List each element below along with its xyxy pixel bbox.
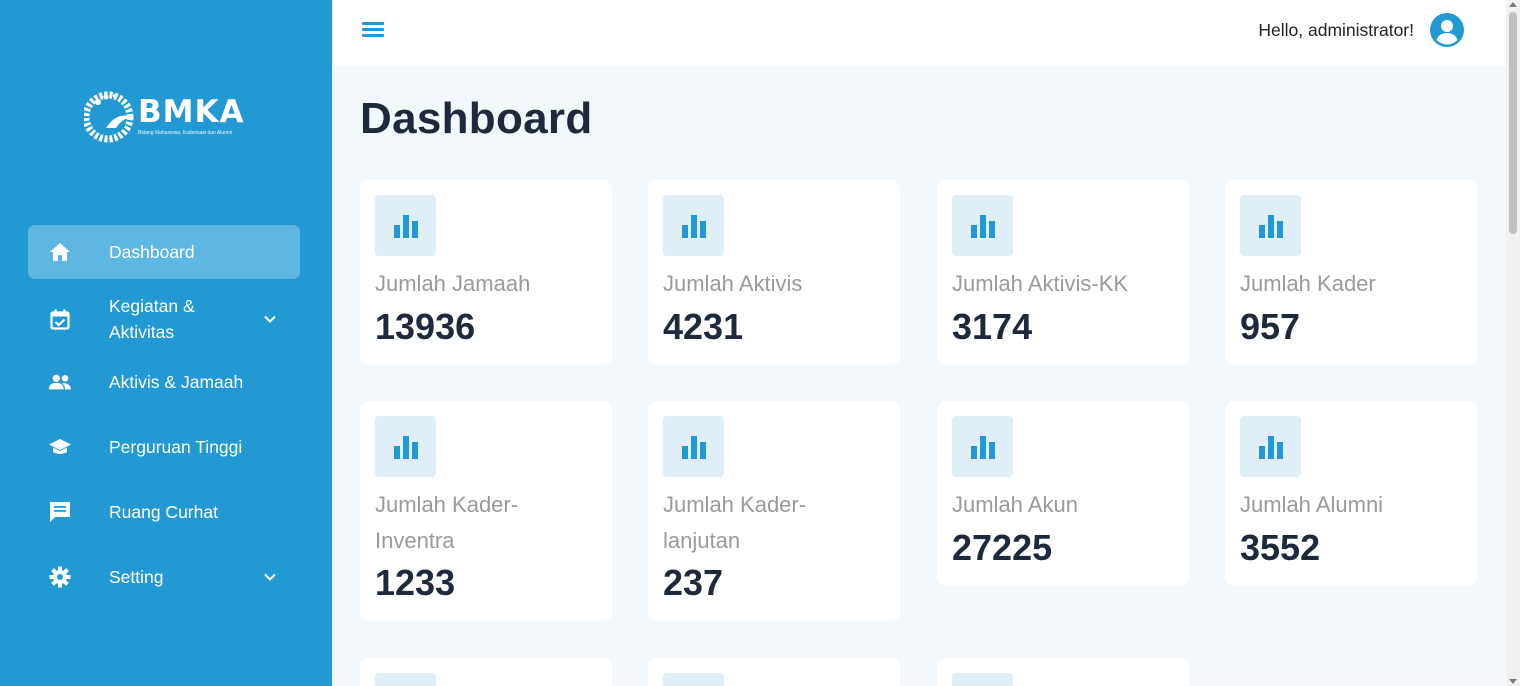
stat-card-aktivis-kk[interactable]: Jumlah Aktivis-KK 3174 bbox=[937, 180, 1189, 365]
sidebar-item-label: Setting bbox=[109, 567, 164, 587]
people-icon bbox=[48, 370, 72, 394]
scroll-up-arrow-icon[interactable] bbox=[1509, 2, 1517, 7]
card-value: 3174 bbox=[952, 306, 1033, 347]
card-label: Jumlah Kader-lanjutan bbox=[663, 492, 807, 553]
bar-chart-icon bbox=[663, 673, 724, 686]
graduation-cap-icon bbox=[48, 435, 72, 459]
card-label: Jumlah Aktivis bbox=[663, 271, 803, 296]
stat-card-akun[interactable]: Jumlah Akun 27225 bbox=[937, 401, 1189, 586]
sidebar-item-label: Dashboard bbox=[109, 242, 195, 262]
stat-card-partial[interactable] bbox=[937, 658, 1189, 686]
card-value: 237 bbox=[663, 562, 724, 603]
card-value: 27225 bbox=[952, 527, 1053, 568]
stat-card-kader-inventra[interactable]: Jumlah Kader-Inventra 1233 bbox=[360, 401, 612, 621]
sidebar-item-kegiatan[interactable]: Kegiatan & Aktivitas bbox=[28, 290, 300, 348]
brand-name: BMKA bbox=[138, 94, 245, 130]
bar-chart-icon bbox=[1240, 416, 1301, 477]
stat-card-kader-lanjutan[interactable]: Jumlah Kader-lanjutan 237 bbox=[648, 401, 900, 621]
sidebar-item-perguruan-tinggi[interactable]: Perguruan Tinggi bbox=[28, 420, 300, 474]
brand-tagline: Bidang Mahasiswa, Kaderisasi dan Alumni bbox=[138, 130, 233, 136]
stat-card-jamaah[interactable]: Jumlah Jamaah 13936 bbox=[360, 180, 612, 365]
card-value: 3552 bbox=[1240, 527, 1321, 568]
chevron-down-icon bbox=[262, 569, 278, 585]
bar-chart-icon bbox=[375, 195, 436, 256]
card-label: Jumlah Aktivis-KK bbox=[952, 271, 1129, 296]
bar-chart-icon bbox=[375, 673, 436, 686]
sidebar-item-dashboard[interactable]: Dashboard bbox=[28, 225, 300, 279]
bar-chart-icon bbox=[952, 195, 1013, 256]
sidebar-item-aktivis[interactable]: Aktivis & Jamaah bbox=[28, 355, 300, 409]
sidebar-item-ruang-curhat[interactable]: Ruang Curhat bbox=[28, 485, 300, 539]
stat-card-alumni[interactable]: Jumlah Alumni 3552 bbox=[1225, 401, 1477, 586]
card-value: 13936 bbox=[375, 306, 476, 347]
chat-icon bbox=[48, 500, 72, 524]
stat-card-kader[interactable]: Jumlah Kader 957 bbox=[1225, 180, 1477, 365]
card-label: Jumlah Alumni bbox=[1240, 492, 1384, 517]
sidebar-item-label: Ruang Curhat bbox=[109, 502, 218, 522]
user-greeting: Hello, administrator! bbox=[1258, 20, 1414, 40]
top-bar: Hello, administrator! bbox=[332, 0, 1506, 66]
logo-emblem-icon bbox=[82, 88, 136, 144]
bar-chart-icon bbox=[663, 416, 724, 477]
sidebar-item-label: Perguruan Tinggi bbox=[109, 437, 243, 457]
sidebar-item-setting[interactable]: Setting bbox=[28, 550, 300, 604]
chevron-down-icon bbox=[262, 311, 278, 327]
scroll-thumb[interactable] bbox=[1509, 12, 1517, 234]
brand-logo[interactable]: BMKA Bidang Mahasiswa, Kaderisasi dan Al… bbox=[82, 86, 254, 146]
home-icon bbox=[48, 240, 72, 264]
sidebar-nav: Dashboard Kegiatan & Aktivitas Aktivis &… bbox=[28, 225, 300, 615]
card-label: Jumlah Akun bbox=[952, 492, 1078, 517]
bar-chart-icon bbox=[952, 673, 1013, 686]
page-title: Dashboard bbox=[360, 94, 593, 143]
card-value: 4231 bbox=[663, 306, 744, 347]
gear-icon bbox=[48, 565, 72, 589]
card-value: 1233 bbox=[375, 562, 456, 603]
user-circle-icon[interactable] bbox=[1430, 13, 1464, 47]
hamburger-icon[interactable] bbox=[362, 22, 384, 38]
bar-chart-icon bbox=[663, 195, 724, 256]
card-label: Jumlah Jamaah bbox=[375, 271, 531, 296]
card-label: Jumlah Kader-Inventra bbox=[375, 492, 519, 553]
scroll-down-arrow-icon[interactable] bbox=[1509, 679, 1517, 684]
stat-card-aktivis[interactable]: Jumlah Aktivis 4231 bbox=[648, 180, 900, 365]
stat-card-partial[interactable] bbox=[360, 658, 612, 686]
card-label: Jumlah Kader bbox=[1240, 271, 1376, 296]
bar-chart-icon bbox=[375, 416, 436, 477]
card-value: 957 bbox=[1240, 306, 1301, 347]
calendar-check-icon bbox=[48, 307, 72, 331]
stat-card-partial[interactable] bbox=[648, 658, 900, 686]
page-scrollbar[interactable] bbox=[1506, 0, 1520, 686]
bar-chart-icon bbox=[952, 416, 1013, 477]
sidebar: BMKA Bidang Mahasiswa, Kaderisasi dan Al… bbox=[0, 0, 332, 686]
bar-chart-icon bbox=[1240, 195, 1301, 256]
sidebar-item-label: Kegiatan & Aktivitas bbox=[109, 296, 195, 342]
sidebar-item-label: Aktivis & Jamaah bbox=[109, 372, 244, 392]
